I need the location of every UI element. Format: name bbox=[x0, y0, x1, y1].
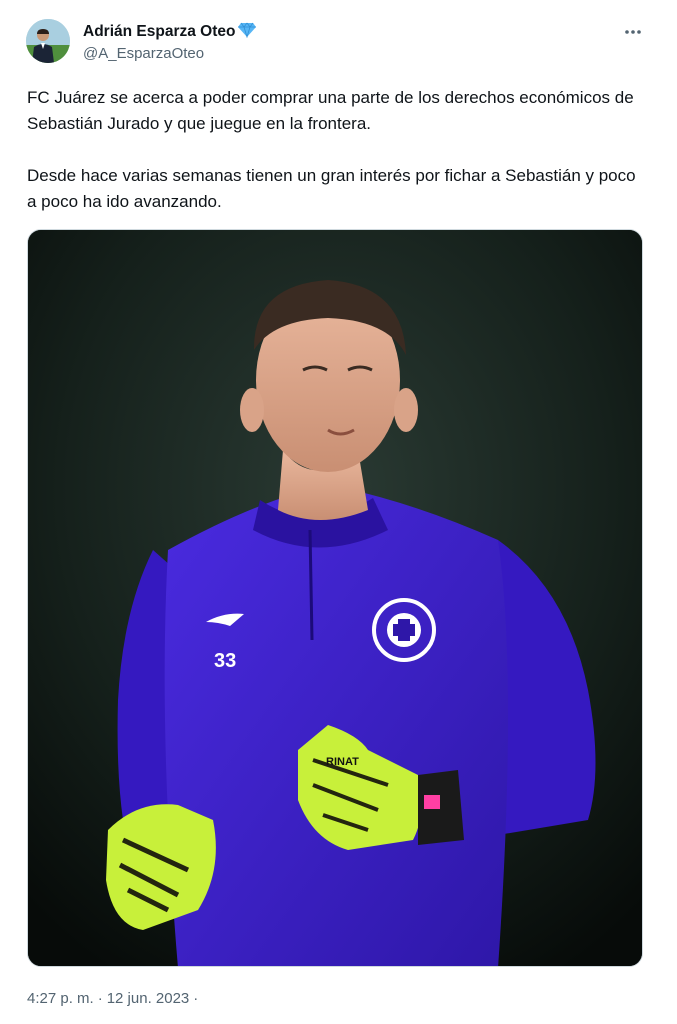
tweet-date[interactable]: 12 jun. 2023 bbox=[107, 990, 190, 1007]
more-horizontal-icon bbox=[625, 30, 641, 34]
author-info: Adrián Esparza Oteo @A_EsparzaOteo bbox=[83, 21, 257, 62]
tweet-header: Adrián Esparza Oteo @A_EsparzaOteo bbox=[26, 19, 656, 67]
tweet-paragraph: Desde hace varias semanas tienen un gran… bbox=[27, 166, 636, 211]
goalkeeper-photo: 33 RINAT bbox=[28, 230, 642, 966]
author-avatar[interactable] bbox=[26, 19, 70, 63]
jersey-number: 33 bbox=[214, 650, 236, 672]
tweet-paragraph: FC Juárez se acerca a poder comprar una … bbox=[27, 88, 634, 133]
author-handle[interactable]: @A_EsparzaOteo bbox=[83, 45, 256, 62]
redacted-area bbox=[214, 982, 411, 1014]
tweet-text: FC Juárez se acerca a poder comprar una … bbox=[27, 85, 647, 215]
person-avatar-icon bbox=[26, 19, 70, 63]
tweet-meta: 4:27 p. m. · 12 jun. 2023 · bbox=[27, 987, 202, 1009]
tweet-time[interactable]: 4:27 p. m. bbox=[27, 990, 94, 1007]
meta-separator-trailing: · bbox=[193, 989, 199, 1007]
more-options-button[interactable] bbox=[620, 21, 646, 43]
author-display-name[interactable]: Adrián Esparza Oteo bbox=[83, 23, 235, 41]
glove-brand: RINAT bbox=[326, 756, 359, 768]
tweet-card: Adrián Esparza Oteo @A_EsparzaOteo FC Ju… bbox=[0, 0, 677, 1024]
blue-diamond-icon bbox=[238, 22, 257, 43]
tweet-photo[interactable]: 33 RINAT bbox=[27, 229, 643, 967]
meta-separator: · bbox=[97, 989, 103, 1007]
